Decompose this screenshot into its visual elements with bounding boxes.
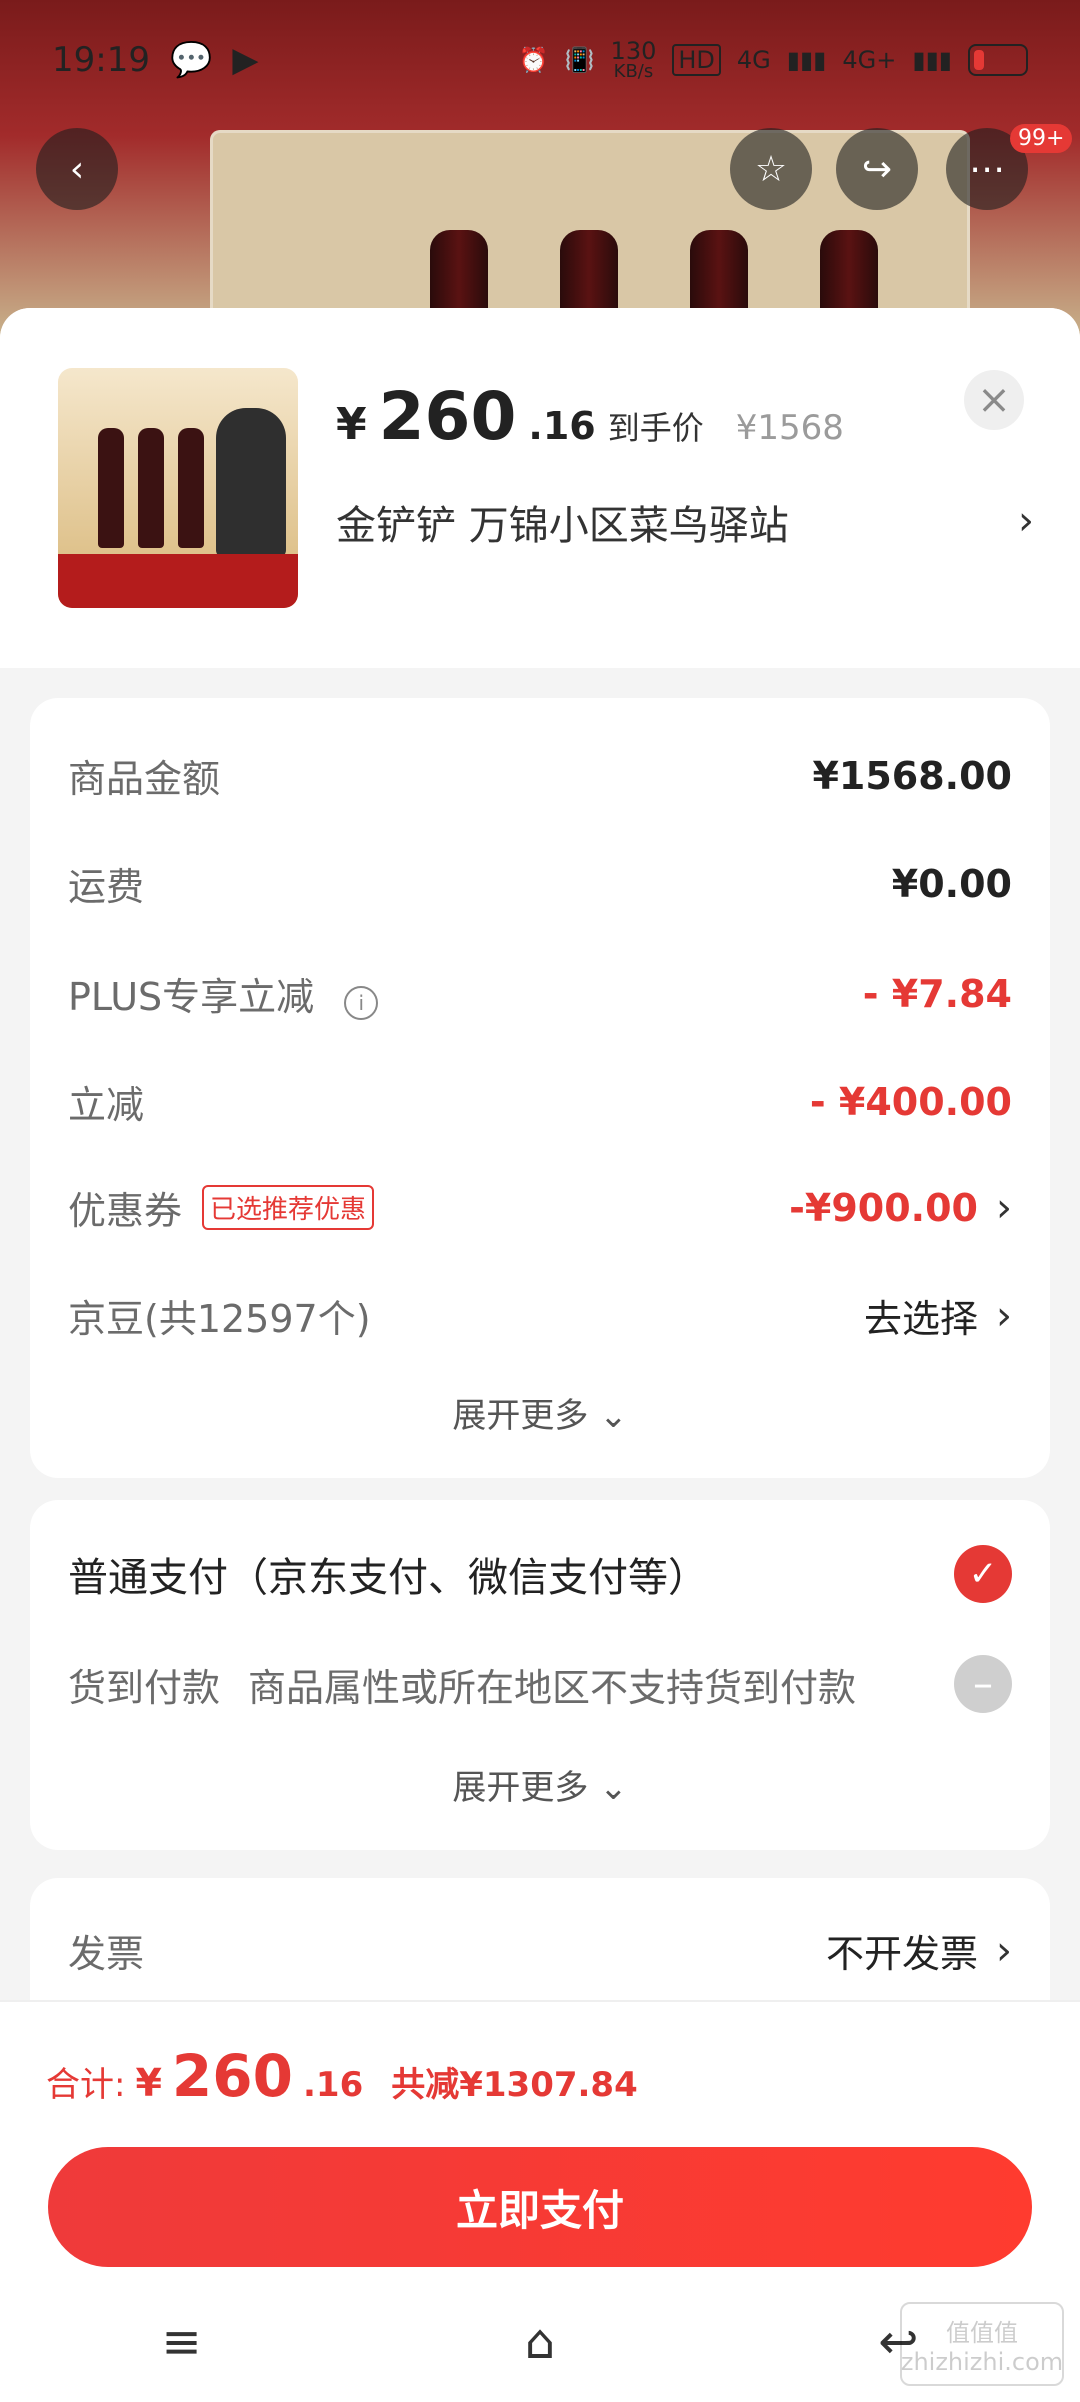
row-label: 商品金额 <box>68 757 221 801</box>
price-label: 到手价 <box>607 409 704 447</box>
network-1: 4G <box>736 46 771 74</box>
row-label: 京豆(共12597个) <box>68 1297 371 1341</box>
close-button[interactable]: × <box>964 370 1024 430</box>
home-icon[interactable]: ⌂ <box>525 2314 555 2370</box>
cod-desc: 商品属性或所在地区不支持货到付款 <box>248 1665 857 1710</box>
row-value: - ¥400.00 <box>809 1079 1012 1124</box>
row-jingdou[interactable]: 京豆(共12597个) 去选择 › <box>68 1288 1012 1343</box>
row-label: 运费 <box>68 865 145 909</box>
invoice-value: 不开发票 <box>825 1932 978 1976</box>
watermark-url: zhizhizhi.com <box>900 2347 1064 2376</box>
thumb-bottle <box>138 428 164 548</box>
row-coupon[interactable]: 优惠券 已选推荐优惠 -¥900.00 › <box>68 1180 1012 1235</box>
chevron-right-icon[interactable]: › <box>996 1928 1012 1974</box>
net-speed: 130 KB/s <box>611 39 657 81</box>
status-time: 19:19 <box>52 40 150 80</box>
minus-icon: – <box>954 1655 1012 1713</box>
hd-label: HD <box>672 44 721 76</box>
row-value: -¥900.00 <box>789 1185 978 1230</box>
vibrate-icon: 📳 <box>564 46 595 74</box>
original-price: ¥1568 <box>735 408 844 448</box>
chevron-right-icon[interactable]: › <box>996 1185 1012 1231</box>
row-label: 立减 <box>68 1083 145 1127</box>
expand-more-button[interactable]: 展开更多 ⌄ <box>30 1760 1050 1809</box>
row-instant-discount: 立减 - ¥400.00 <box>68 1074 1012 1129</box>
cod-label: 货到付款 <box>68 1665 221 1710</box>
address-chevron-icon[interactable]: › <box>1018 498 1034 544</box>
payment-cod: 货到付款 商品属性或所在地区不支持货到付款 – <box>68 1655 1012 1713</box>
row-goods-amount: 商品金额 ¥1568.00 <box>68 748 1012 803</box>
status-bar: 19:19 💬 ▶ ⏰ 📳 130 KB/s HD 4G ▮▮▮ 4G+ ▮▮▮ <box>0 0 1080 120</box>
play-icon: ▶ <box>232 40 259 80</box>
total-yen: ¥ <box>135 2061 162 2105</box>
row-label: 优惠券 <box>68 1189 183 1233</box>
total-label: 合计: <box>46 2065 126 2105</box>
info-icon[interactable]: i <box>344 986 379 1020</box>
signal-icon: ▮▮▮ <box>912 46 952 74</box>
row-plus-discount: PLUS专享立减 i - ¥7.84 <box>68 966 1012 1021</box>
invoice-row[interactable]: 发票 不开发票 › <box>68 1923 1012 1978</box>
price-decimal: .16 <box>528 404 596 448</box>
payment-normal[interactable]: 普通支付（京东支付、微信支付等） ✓ <box>68 1545 1012 1603</box>
total-decimal: .16 <box>303 2065 364 2105</box>
chevron-right-icon[interactable]: › <box>996 1293 1012 1339</box>
menu-icon[interactable]: ≡ <box>162 2314 202 2370</box>
signal-icon: ▮▮▮ <box>786 46 827 74</box>
price-yen: ¥ <box>336 399 367 450</box>
row-value: ¥0.00 <box>891 861 1012 906</box>
row-value: ¥1568.00 <box>812 753 1012 798</box>
row-value: - ¥7.84 <box>862 971 1012 1016</box>
battery-icon <box>968 44 1028 76</box>
amount-card: 商品金额 ¥1568.00 运费 ¥0.00 PLUS专享立减 i - ¥7.8… <box>30 698 1050 1478</box>
alarm-icon: ⏰ <box>518 46 549 74</box>
product-thumbnail[interactable] <box>58 368 298 608</box>
row-shipping: 运费 ¥0.00 <box>68 856 1012 911</box>
watermark-logo: 值值值 zhizhizhi.com <box>900 2302 1064 2386</box>
sheet-header: ¥ 260 .16 到手价 ¥1568 金铲铲 万锦小区菜鸟驿站 › × <box>0 308 1080 668</box>
check-icon[interactable]: ✓ <box>954 1545 1012 1603</box>
expand-more-button[interactable]: 展开更多 ⌄ <box>30 1388 1050 1437</box>
payment-card: 普通支付（京东支付、微信支付等） ✓ 货到付款 商品属性或所在地区不支持货到付款… <box>30 1500 1050 1850</box>
invoice-label: 发票 <box>68 1932 145 1976</box>
net-speed-value: 130 <box>610 37 657 65</box>
row-label: PLUS专享立减 <box>68 975 315 1019</box>
watermark-text: 值值值 <box>946 2318 1018 2347</box>
total-summary: 合计: ¥ 260 .16 共减¥1307.84 <box>46 2042 638 2110</box>
wechat-icon: 💬 <box>169 40 213 80</box>
price-summary: ¥ 260 .16 到手价 ¥1568 <box>336 378 844 455</box>
row-value: 去选择 <box>863 1297 978 1341</box>
total-integer: 260 <box>171 2042 293 2110</box>
total-reduce: 共减¥1307.84 <box>391 2065 638 2105</box>
back-button[interactable]: ‹ <box>36 128 118 210</box>
coupon-tag: 已选推荐优惠 <box>202 1185 375 1230</box>
share-button[interactable]: ↪ <box>836 128 918 210</box>
delivery-address[interactable]: 金铲铲 万锦小区菜鸟驿站 <box>336 493 789 551</box>
price-integer: 260 <box>378 378 517 455</box>
notification-badge: 99+ <box>1010 124 1073 153</box>
net-speed-unit: KB/s <box>613 61 654 82</box>
network-2: 4G+ <box>842 46 897 74</box>
thumb-strip <box>58 554 298 608</box>
footer-bar: 合计: ¥ 260 .16 共减¥1307.84 立即支付 ≡ ⌂ ↩ 值值值 … <box>0 2000 1080 2402</box>
favorite-button[interactable]: ☆ <box>730 128 812 210</box>
thumb-person <box>216 408 286 558</box>
pay-button[interactable]: 立即支付 <box>48 2147 1032 2267</box>
thumb-bottle <box>178 428 204 548</box>
payment-normal-label: 普通支付（京东支付、微信支付等） <box>68 1555 708 1601</box>
thumb-bottle <box>98 428 124 548</box>
